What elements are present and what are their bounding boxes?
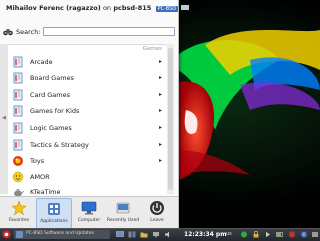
kickoff-menu: Mihailov Ferenc (ragazzo) on pcbsd-815 P… [0, 0, 190, 230]
book-icon [13, 139, 23, 151]
volume-icon[interactable] [164, 231, 172, 238]
taskbar: PC-BSD Software and Updates 12:23:34 pm … [0, 228, 320, 241]
menu-item-label: AMOR [30, 173, 50, 181]
book-icon [13, 89, 23, 101]
applications-panel: Games Arcade ▸ Board Games ▸ Card Games … [8, 44, 166, 197]
tab-applications[interactable]: Applications [36, 198, 72, 230]
host-name: pcbsd-815 [113, 4, 152, 12]
search-row: Search: [3, 27, 175, 37]
menu-item-board-games[interactable]: Board Games ▸ [8, 70, 166, 86]
menu-item-amor[interactable]: AMOR [8, 169, 166, 185]
smiley-icon [12, 171, 24, 183]
start-menu-icon[interactable] [2, 230, 11, 239]
tab-recently-used[interactable]: Recently Used [106, 198, 140, 228]
clock-icon [116, 202, 130, 214]
clock-display[interactable]: 12:23:34 pm [184, 231, 226, 238]
tab-label: Recently Used [106, 218, 140, 223]
menu-item-label: Card Games [30, 91, 71, 99]
menu-item-label: Board Games [30, 74, 74, 82]
power-icon [150, 201, 164, 215]
lock-icon[interactable] [252, 231, 260, 238]
tab-computer[interactable]: Computer [72, 198, 106, 228]
back-arrow-icon: ◀ [2, 115, 6, 121]
pcbsd-logo-icon [181, 5, 190, 10]
network-icon[interactable] [152, 231, 160, 238]
chevron-right-icon: ▸ [158, 157, 162, 164]
tab-label: Applications [40, 219, 68, 224]
book-icon [13, 122, 23, 134]
keyboard-layout[interactable]: us [226, 231, 232, 237]
menu-item-label: Logic Games [30, 124, 72, 132]
applications-icon [48, 203, 60, 215]
battery-icon[interactable] [276, 231, 284, 238]
menu-item-games-for-kids[interactable]: Games for Kids ▸ [8, 103, 166, 119]
on-text: on [102, 4, 112, 12]
hal-icon[interactable] [288, 231, 296, 238]
menu-item-label: Tactics & Strategy [30, 141, 89, 149]
menu-item-toys[interactable]: Toys ▸ [8, 153, 166, 169]
user-name: Mihailov Ferenc (ragazzo) [6, 4, 101, 12]
kickoff-tabbar: Favorites Applications Computer Recently… [0, 196, 178, 230]
book-icon [13, 56, 23, 68]
menu-item-logic-games[interactable]: Logic Games ▸ [8, 120, 166, 136]
chevron-right-icon: ▸ [158, 124, 162, 131]
computer-icon [81, 201, 97, 215]
tab-label: Computer [77, 218, 101, 223]
chevron-right-icon: ▸ [158, 141, 162, 148]
monitor-icon[interactable] [116, 231, 124, 238]
book-icon [13, 72, 23, 84]
search-label: Search: [16, 28, 41, 36]
chevron-right-icon: ▸ [158, 107, 162, 114]
tray-arrow-icon[interactable] [264, 231, 272, 238]
scrollbar[interactable] [167, 44, 174, 194]
menu-item-label: KTeaTime [30, 188, 61, 196]
task-title: PC-BSD Software and Updates [26, 231, 94, 236]
pcbsd-badge: PC-BSD [155, 6, 179, 12]
update-icon[interactable] [240, 231, 248, 238]
tab-favorites[interactable]: Favorites [2, 198, 36, 228]
software-updates-icon [16, 231, 23, 238]
menu-item-label: Toys [30, 157, 45, 165]
tab-leave[interactable]: Leave [140, 198, 174, 228]
svg-text:i: i [303, 232, 304, 238]
menu-item-label: Arcade [30, 58, 53, 66]
tab-label: Leave [150, 218, 164, 223]
user-header: Mihailov Ferenc (ragazzo) on pcbsd-815 P… [6, 4, 190, 12]
back-strip[interactable]: ◀ [0, 44, 8, 194]
chevron-right-icon: ▸ [158, 74, 162, 81]
search-input[interactable] [43, 27, 175, 36]
desktop-toolbox-icon[interactable] [311, 231, 319, 238]
toy-icon [13, 156, 23, 166]
menu-item-card-games[interactable]: Card Games ▸ [8, 87, 166, 103]
scrollbar-thumb[interactable] [168, 48, 173, 190]
chevron-right-icon: ▸ [158, 58, 162, 65]
chevron-right-icon: ▸ [158, 91, 162, 98]
tab-label: Favorites [8, 218, 30, 223]
taskbar-task-software-updates[interactable]: PC-BSD Software and Updates [14, 230, 110, 239]
menu-item-tactics-strategy[interactable]: Tactics & Strategy ▸ [8, 137, 166, 153]
pager-icon[interactable] [128, 231, 136, 238]
menu-item-label: Games for Kids [30, 107, 80, 115]
binoculars-icon [3, 29, 13, 36]
folder-icon[interactable] [140, 231, 148, 238]
menu-item-arcade[interactable]: Arcade ▸ [8, 54, 166, 70]
notification-icon[interactable]: i [300, 231, 308, 238]
book-icon [13, 105, 23, 117]
star-icon [11, 200, 27, 216]
section-header: Games [142, 46, 162, 52]
